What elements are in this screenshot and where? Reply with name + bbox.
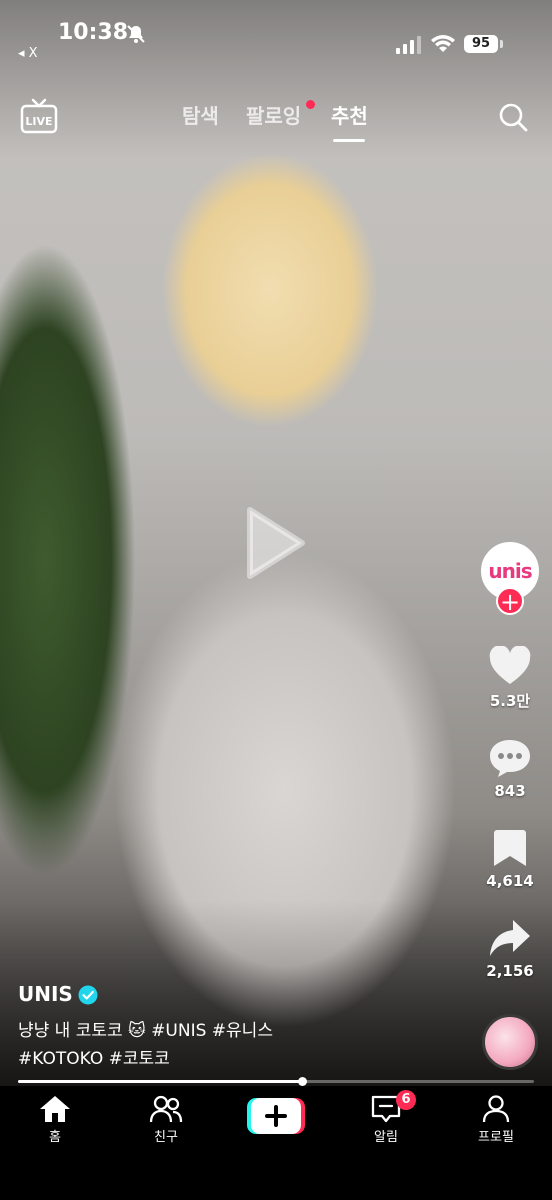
battery-indicator: 95 xyxy=(464,35,498,53)
friends-icon xyxy=(149,1095,183,1123)
back-to-app-link[interactable]: ◂ X xyxy=(18,46,38,61)
create-button[interactable] xyxy=(247,1097,305,1135)
cellular-signal-icon xyxy=(396,36,421,54)
bell-muted-icon xyxy=(127,25,145,43)
nav-inbox-label: 알림 xyxy=(374,1130,398,1145)
follow-button[interactable]: + xyxy=(496,587,524,615)
like-count: 5.3만 xyxy=(489,692,531,710)
live-tv-icon[interactable]: LIVE xyxy=(20,98,58,134)
inbox-badge: 6 xyxy=(396,1090,416,1110)
profile-icon xyxy=(482,1095,510,1123)
save-count: 4,614 xyxy=(486,872,534,890)
comment-icon[interactable] xyxy=(488,738,532,778)
status-bar: 10:38 ◂ X 95 xyxy=(0,0,552,70)
tab-explore[interactable]: 탐색 xyxy=(182,100,219,129)
verified-badge-icon xyxy=(78,985,98,1005)
music-disc[interactable] xyxy=(482,1014,538,1070)
heart-icon[interactable] xyxy=(488,646,532,686)
play-icon[interactable] xyxy=(244,506,306,580)
author-name[interactable]: UNIS xyxy=(18,982,73,1006)
comment-count: 843 xyxy=(494,782,526,800)
nav-home[interactable]: 홈 xyxy=(15,1094,95,1145)
tab-following[interactable]: 팔로잉 xyxy=(246,100,301,129)
nav-home-label: 홈 xyxy=(49,1130,61,1145)
status-time: 10:38 xyxy=(58,20,129,45)
tab-for-you[interactable]: 추천 xyxy=(331,100,368,129)
home-icon xyxy=(40,1096,70,1122)
share-icon[interactable] xyxy=(488,918,532,958)
live-label: LIVE xyxy=(25,115,52,128)
caption-line-2[interactable]: #KOTOKO #코토코 xyxy=(18,1044,170,1069)
nav-profile[interactable]: 프로필 xyxy=(456,1094,536,1145)
caption-line-1[interactable]: 냥냥 내 코토코 🐱 #UNIS #유니스 xyxy=(18,1016,273,1041)
battery-tip xyxy=(500,40,503,48)
share-count: 2,156 xyxy=(486,962,534,980)
video-progress-fill xyxy=(18,1080,302,1083)
nav-friends-label: 친구 xyxy=(154,1130,178,1145)
video-progress-handle[interactable] xyxy=(297,1077,307,1086)
nav-friends[interactable]: 친구 xyxy=(126,1094,206,1145)
video-progress-bar[interactable] xyxy=(18,1077,534,1086)
active-tab-indicator xyxy=(333,139,365,142)
search-icon[interactable] xyxy=(498,102,528,132)
following-new-dot xyxy=(306,100,315,109)
bookmark-icon[interactable] xyxy=(488,828,532,868)
nav-profile-label: 프로필 xyxy=(478,1130,514,1145)
wifi-icon xyxy=(431,35,455,52)
